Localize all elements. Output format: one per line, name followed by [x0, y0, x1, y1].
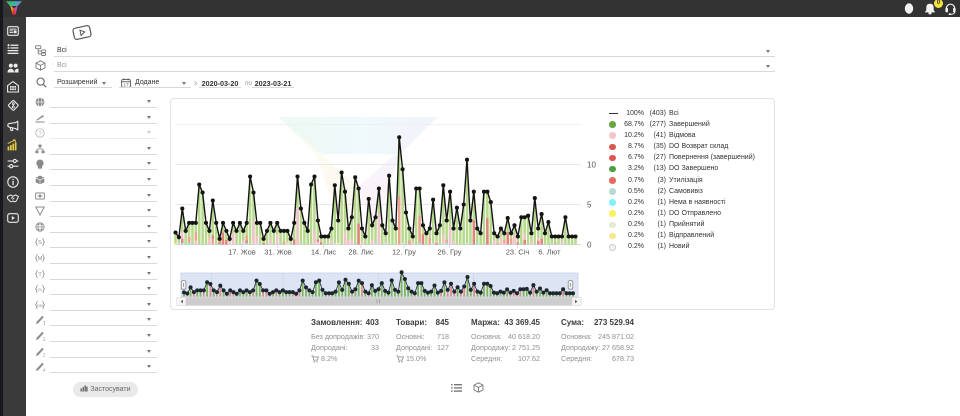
svg-text:4: 4: [43, 368, 45, 372]
svg-text:T: T: [38, 272, 42, 278]
svg-text:28. Лис: 28. Лис: [348, 248, 374, 257]
svg-text:5: 5: [587, 201, 592, 210]
svg-text:CL: CL: [37, 287, 43, 292]
svg-text:31. Жов: 31. Жов: [264, 248, 292, 257]
svg-text:12. Гру: 12. Гру: [392, 248, 416, 257]
svg-text:10: 10: [587, 161, 596, 170]
svg-text:26. Гру: 26. Гру: [438, 248, 462, 257]
svg-text:23. Січ: 23. Січ: [506, 248, 530, 257]
svg-text:DB: DB: [37, 303, 43, 308]
svg-text:17. Жов: 17. Жов: [228, 248, 256, 257]
svg-text:S: S: [38, 240, 42, 246]
svg-text:2: 2: [43, 337, 45, 341]
svg-text:14. Лис: 14. Лис: [311, 248, 337, 257]
svg-text:1: 1: [43, 321, 45, 325]
svg-text:0: 0: [587, 241, 592, 250]
svg-text:3: 3: [43, 353, 45, 357]
svg-text:M: M: [38, 256, 43, 262]
svg-text:?: ?: [38, 130, 42, 137]
svg-text:6. Лют: 6. Лют: [538, 248, 561, 257]
